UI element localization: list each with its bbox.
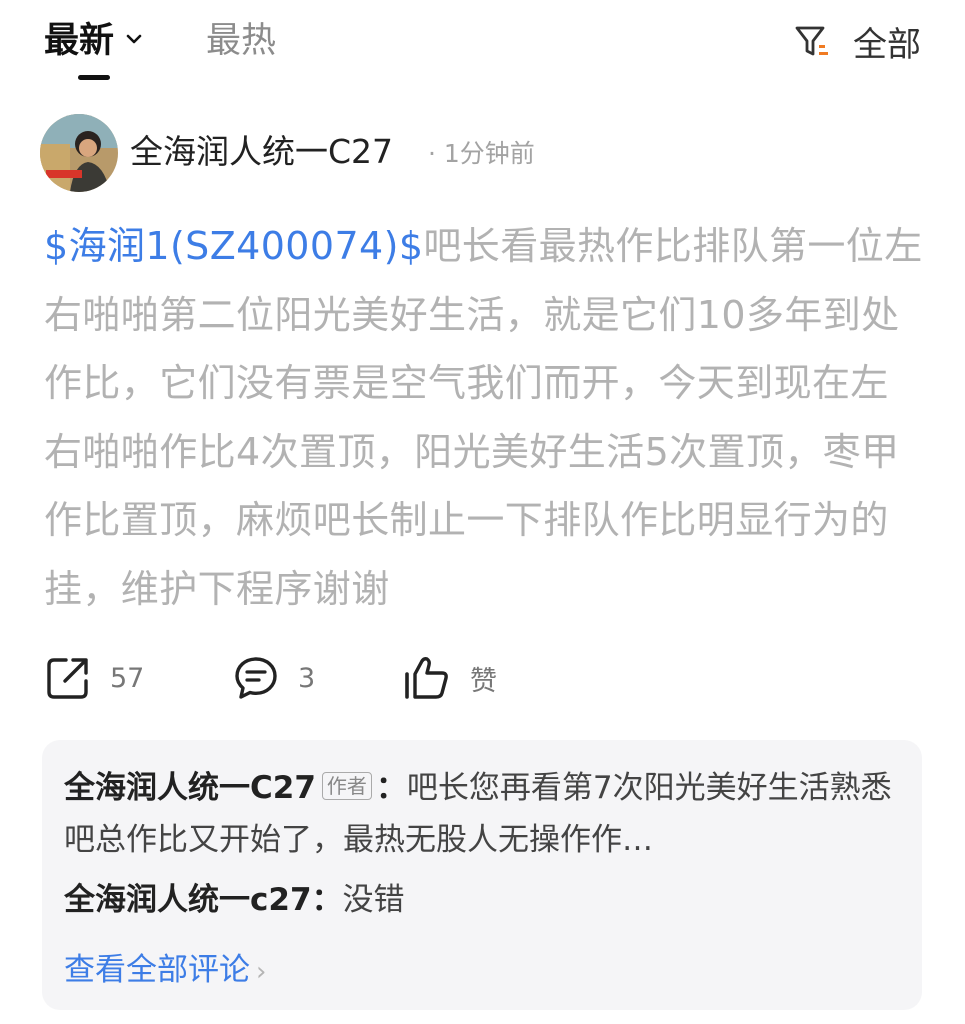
- share-button[interactable]: 57: [44, 652, 144, 704]
- comment-item[interactable]: 全海润人统一c27：没错: [64, 874, 904, 926]
- like-button[interactable]: 赞: [402, 652, 497, 704]
- comments-preview: 全海润人统一C27 作者 ：吧长您再看第7次阳光美好生活熟悉吧总作比又开始了，最热无…: [42, 740, 922, 1010]
- post-body: $海润1(SZ400074)$吧长看最热作比排队第一位左右啪啪第二位阳光美好生活…: [44, 212, 924, 623]
- feed-tabs: 最新 最热 全部: [0, 0, 965, 100]
- comment-text: 没错: [342, 882, 405, 918]
- post-author[interactable]: 全海润人统一C27: [130, 130, 393, 174]
- filter-icon: [795, 26, 828, 56]
- post-time: · 1分钟前: [428, 139, 535, 168]
- tab-hot[interactable]: 最热: [206, 18, 276, 64]
- view-all-comments-link[interactable]: 查看全部评论 ›: [64, 944, 266, 998]
- comment-button[interactable]: 3: [232, 652, 315, 704]
- avatar-image: [40, 114, 118, 192]
- share-icon: [47, 658, 88, 699]
- filter-button[interactable]: 全部: [793, 18, 921, 65]
- share-count: 57: [110, 662, 145, 694]
- comment-icon: [235, 657, 277, 699]
- thumbs-up-icon: [405, 657, 448, 699]
- avatar[interactable]: [40, 114, 118, 192]
- chevron-right-icon: ›: [256, 957, 267, 987]
- comment-count: 3: [298, 662, 316, 694]
- tab-latest[interactable]: 最新: [44, 18, 142, 64]
- comment-colon: ：: [311, 882, 343, 918]
- like-label: 赞: [470, 665, 497, 697]
- chevron-down-icon: [126, 34, 142, 44]
- comment-author[interactable]: 全海润人统一c27: [64, 882, 312, 918]
- view-all-label: 查看全部评论: [64, 952, 250, 988]
- comment-colon: ：: [375, 770, 407, 806]
- tab-latest-label: 最新: [44, 21, 115, 61]
- filter-label: 全部: [853, 24, 921, 65]
- author-badge: 作者: [321, 772, 372, 800]
- comment-author[interactable]: 全海润人统一C27: [64, 770, 316, 806]
- stock-tag-link[interactable]: $海润1(SZ400074)$: [44, 224, 423, 268]
- active-tab-indicator: [78, 75, 110, 80]
- post-text: 吧长看最热作比排队第一位左右啪啪第二位阳光美好生活，就是它们10多年到处作比，它…: [44, 224, 923, 611]
- comment-item[interactable]: 全海润人统一C27 作者 ：吧长您再看第7次阳光美好生活熟悉吧总作比又开始了，最热无…: [64, 762, 904, 866]
- post-actions: 57 3 赞: [44, 652, 924, 704]
